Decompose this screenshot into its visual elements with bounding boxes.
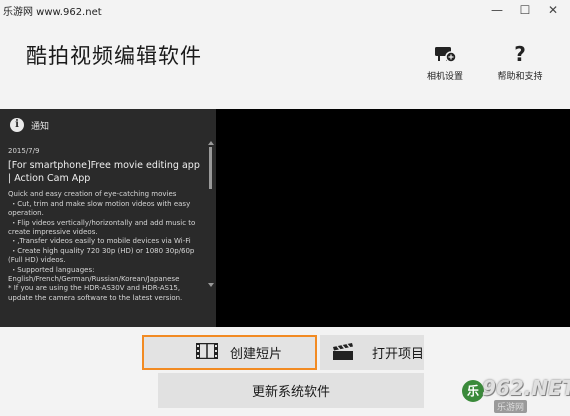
update-software-label: 更新系统软件: [251, 385, 330, 400]
clapperboard-icon: [332, 341, 354, 365]
watermark-badge: 乐: [462, 380, 484, 402]
notice-body: 2015/7/9 [For smartphone]Free movie edit…: [8, 147, 204, 303]
notice-line: Quick and easy creation of eye-catching …: [8, 190, 177, 199]
title-bar: 乐游网 www.962.net — ☐ ✕: [0, 0, 570, 20]
open-project-label: 打开项目: [372, 347, 425, 362]
notice-line: ・,Transfer videos easily to mobile devic…: [8, 237, 191, 246]
notice-title[interactable]: [For smartphone]Free movie editing app |…: [8, 160, 204, 185]
help-support-label: 帮助和支持: [497, 72, 543, 82]
notice-header: i 通知: [10, 118, 49, 132]
film-strip-icon: [195, 342, 219, 363]
notice-line: ・Create high quality 720 30p (HD) or 108…: [8, 246, 197, 265]
close-button[interactable]: ✕: [540, 0, 566, 20]
notice-date: 2015/7/9: [8, 147, 40, 155]
minimize-button[interactable]: —: [484, 0, 510, 20]
notice-line: * If you are using the HDR-AS30V and HDR…: [8, 284, 183, 302]
scroll-up-arrow-icon[interactable]: [208, 141, 214, 145]
help-support-button[interactable]: ? 帮助和支持: [485, 42, 555, 82]
open-project-button[interactable]: 打开项目: [320, 335, 424, 370]
notice-line: English/French/German/Russian/Korean/Jap…: [8, 275, 180, 284]
site-label: 乐游网 www.962.net: [3, 7, 102, 18]
notice-line: ・Flip videos vertically/horizontally and…: [8, 218, 198, 237]
camera-settings-button[interactable]: 相机设置: [410, 42, 480, 82]
camera-settings-label: 相机设置: [426, 72, 463, 82]
notice-scroll-thumb[interactable]: [209, 147, 212, 189]
app-title: 酷拍视频编辑软件: [26, 44, 202, 68]
notice-scrollbar[interactable]: [209, 147, 212, 315]
camera-settings-icon: [410, 42, 480, 66]
maximize-button[interactable]: ☐: [512, 0, 538, 20]
notice-line: ・Cut, trim and make slow motion videos w…: [8, 199, 193, 218]
watermark-sub: 乐游网: [494, 400, 528, 413]
create-movie-label: 创建短片: [230, 347, 283, 362]
video-preview: [216, 109, 570, 327]
site-watermark: 乐 962.NET 乐游网: [460, 376, 570, 416]
minimize-icon: —: [491, 3, 503, 17]
notice-header-label: 通知: [31, 121, 50, 132]
help-icon: ?: [485, 42, 555, 66]
notice-line: ・Supported languages:: [8, 265, 95, 274]
close-icon: ✕: [547, 3, 559, 17]
info-icon: i: [10, 118, 24, 132]
maximize-icon: ☐: [519, 3, 531, 17]
scroll-down-arrow-icon[interactable]: [208, 283, 214, 287]
help-glyph: ?: [514, 42, 526, 66]
notice-panel: i 通知 2015/7/9 [For smartphone]Free movie…: [0, 109, 216, 327]
watermark-brand: 962.NET: [482, 376, 570, 400]
create-movie-button[interactable]: 创建短片: [142, 335, 317, 370]
update-software-button[interactable]: 更新系统软件: [158, 373, 424, 408]
